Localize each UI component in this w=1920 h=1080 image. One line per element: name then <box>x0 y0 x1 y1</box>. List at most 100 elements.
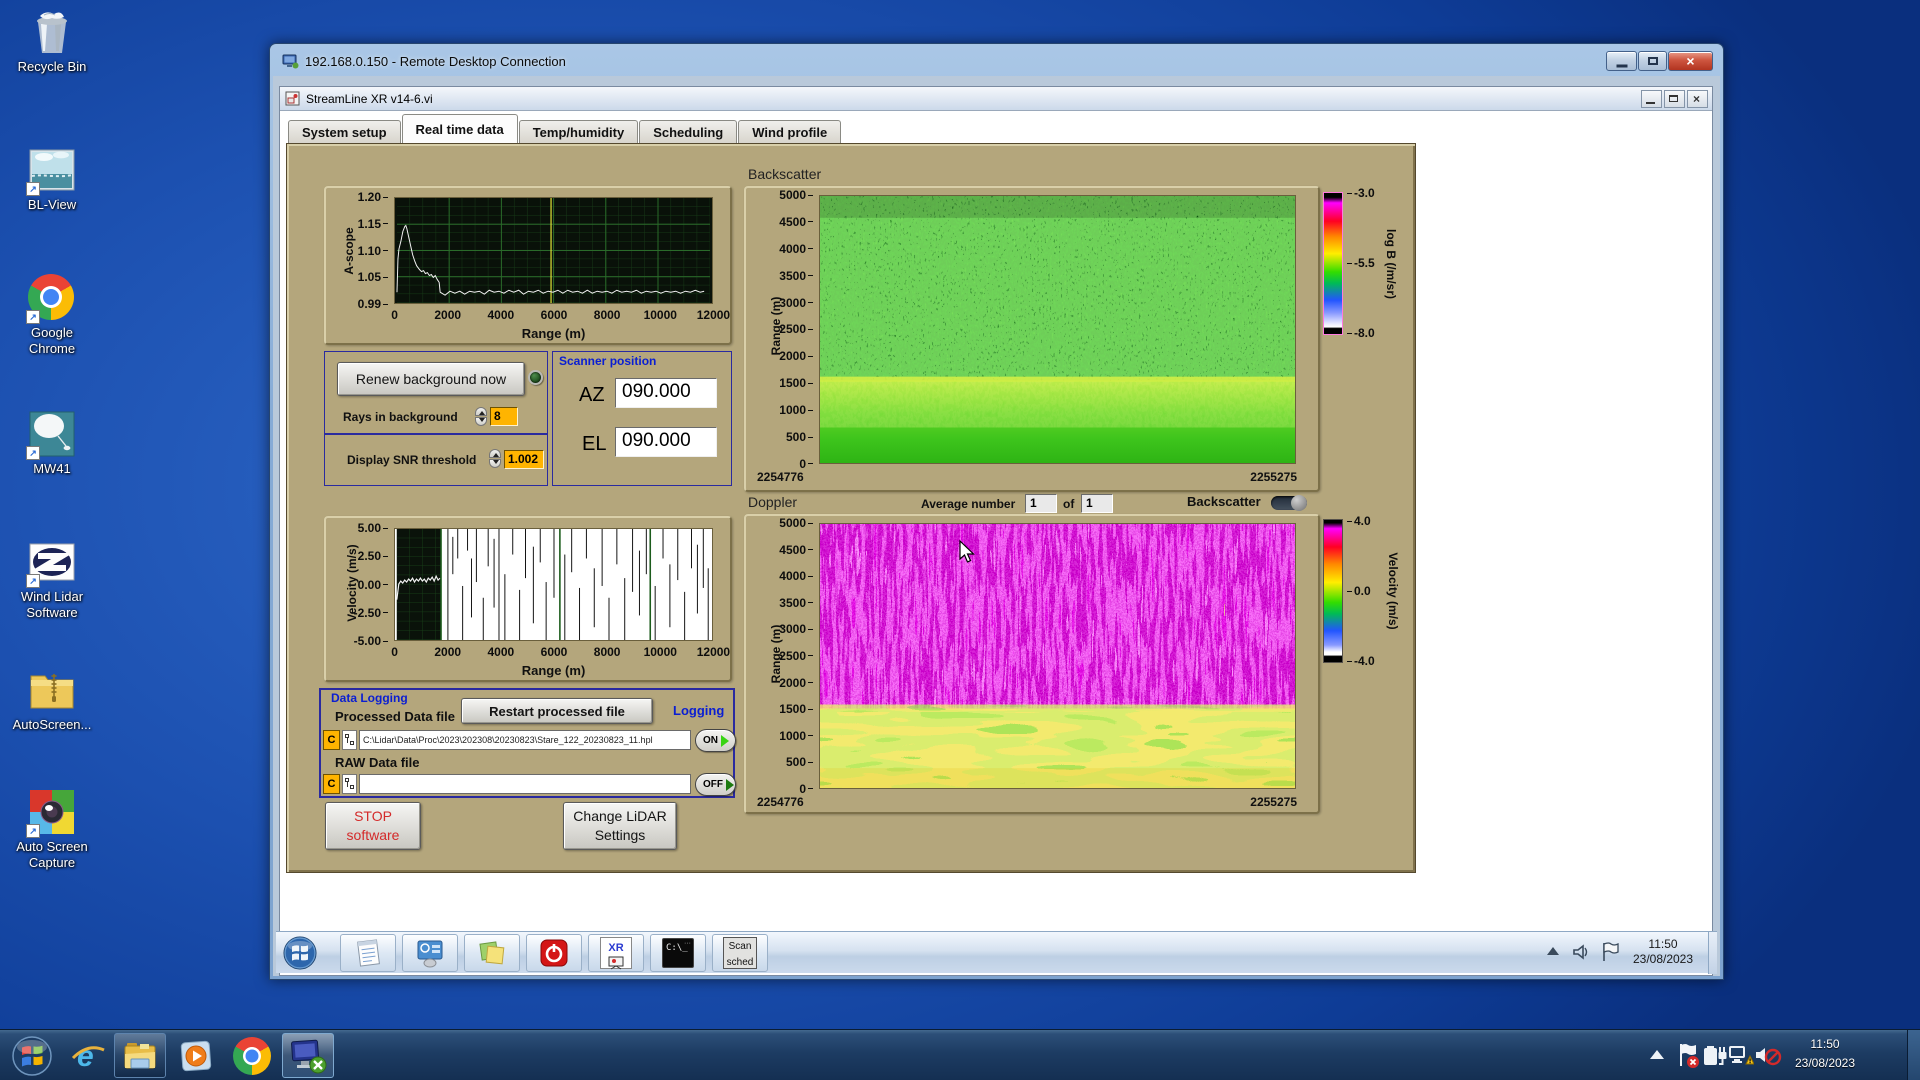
ascope-x-axis-label: Range (m) <box>521 326 586 341</box>
doppler-heatmap <box>819 523 1296 789</box>
processed-drive-box[interactable]: C <box>323 730 340 750</box>
processed-logging-on-button[interactable]: ON <box>695 729 736 752</box>
rays-value-field[interactable]: 8 <box>490 407 518 426</box>
desktop-icon-label: Google <box>31 325 73 340</box>
ascope-x-ticks: 0 2000 4000 6000 8000 10000 12000 <box>391 308 731 322</box>
tray-power-icon[interactable] <box>1702 1044 1728 1068</box>
desktop-icon-google-chrome[interactable]: ↗ Google Chrome <box>0 274 104 357</box>
tab-wind-profile[interactable]: Wind profile <box>738 120 842 143</box>
data-logging-group: Data Logging Processed Data file Restart… <box>319 688 736 798</box>
processed-path-field[interactable]: C:\Lidar\Data\Proc\2023\202308\20230823\… <box>359 730 691 750</box>
remote-taskbar-xr-vi[interactable]: XR <box>588 934 644 972</box>
rdp-close-button[interactable]: × <box>1668 51 1713 71</box>
taskbar-internet-explorer[interactable]: e <box>62 1033 114 1078</box>
renew-background-button[interactable]: Renew background now <box>337 362 525 396</box>
app-restore-button[interactable] <box>1664 90 1685 108</box>
desktop-icon-mw41[interactable]: ↗ MW41 <box>0 410 104 477</box>
backscatter-toggle[interactable] <box>1271 495 1307 511</box>
desktop-icon-wind-lidar[interactable]: ↗ Wind Lidar Software <box>0 538 104 621</box>
remote-taskbar-cmd[interactable]: C:\_ ··· <box>650 934 706 972</box>
show-desktop-button[interactable] <box>1907 1030 1920 1080</box>
toggle-knob[interactable] <box>1291 495 1307 511</box>
remote-start-button[interactable] <box>282 935 318 971</box>
chrome-icon <box>233 1036 271 1075</box>
doppler-colorbar <box>1323 519 1343 663</box>
rdp-minimize-button[interactable] <box>1606 51 1637 71</box>
snr-spinner[interactable] <box>489 449 501 468</box>
path-browse-icon[interactable] <box>342 730 357 750</box>
ascope-y-ticks: 1.20 1.15 1.10 1.05 0.99 <box>344 190 388 311</box>
raw-logging-off-button[interactable]: OFF <box>695 773 736 796</box>
recycle-bin-icon <box>28 8 76 56</box>
restart-processed-file-button[interactable]: Restart processed file <box>461 698 653 724</box>
desktop-icon-label: AutoScreen... <box>12 717 92 732</box>
renew-background-led <box>528 370 543 385</box>
media-player-icon <box>180 1040 212 1071</box>
start-button[interactable] <box>10 1034 54 1078</box>
desktop-icon-recycle-bin[interactable]: Recycle Bin <box>0 8 104 75</box>
desktop-icon-bl-view[interactable]: ↗ BL-View <box>0 146 104 213</box>
desktop-icon-auto-screen-capture[interactable]: ↗ Auto Screen Capture <box>0 788 104 871</box>
tray-show-hidden-icons[interactable] <box>1650 1050 1664 1059</box>
desktop-icon-autoscreen-zip[interactable]: AutoScreen... <box>0 666 104 733</box>
remote-show-desktop-button[interactable] <box>1708 932 1717 974</box>
app-titlebar[interactable]: StreamLine XR v14-6.vi <box>280 87 1712 111</box>
on-led-icon <box>721 734 729 747</box>
remote-action-center-flag-icon[interactable] <box>1599 941 1621 963</box>
remote-taskbar-stop-app[interactable] <box>526 934 582 972</box>
doppler-cbar-label: Velocity (m/s) <box>1386 552 1400 630</box>
remote-taskbar-notepad[interactable] <box>340 934 396 972</box>
snr-value-field[interactable]: 1.002 <box>504 450 544 469</box>
remote-taskbar-measurement-app[interactable] <box>402 934 458 972</box>
rdp-titlebar[interactable]: 192.168.0.150 - Remote Desktop Connectio… <box>282 50 566 72</box>
tab-temp-humidity[interactable]: Temp/humidity <box>518 120 639 143</box>
auto-screen-capture-icon: ↗ <box>26 788 76 838</box>
remote-taskbar-sticky-notes[interactable] <box>464 934 520 972</box>
az-value-field[interactable]: 090.000 <box>615 378 717 408</box>
remote-tray-show-hidden-icons[interactable] <box>1547 947 1559 955</box>
notepad-icon <box>357 939 380 967</box>
shortcut-arrow-icon: ↗ <box>26 574 40 588</box>
doppler-title: Doppler <box>748 494 798 510</box>
doppler-time-end: 2255275 <box>1250 795 1297 809</box>
average-count-field[interactable]: 1 <box>1081 494 1113 513</box>
sticky-notes-icon <box>479 941 505 965</box>
backscatter-time-start: 2254776 <box>757 470 804 484</box>
remote-taskbar-scan-sched[interactable]: Scan sched <box>712 934 768 972</box>
raw-path-field[interactable] <box>359 774 691 794</box>
backscatter-cbar-label: log B (/m/sr) <box>1384 228 1398 299</box>
tray-volume-muted-icon[interactable] <box>1754 1044 1782 1068</box>
stop-software-button[interactable]: STOP software <box>325 802 421 850</box>
raw-drive-box[interactable]: C <box>323 774 340 794</box>
change-lidar-settings-button[interactable]: Change LiDAR Settings <box>563 802 677 850</box>
taskbar-chrome[interactable] <box>226 1033 278 1078</box>
app-minimize-button[interactable] <box>1641 90 1662 108</box>
data-logging-title: Data Logging <box>331 691 408 705</box>
app-window-buttons: × <box>1641 90 1708 108</box>
remote-clock[interactable]: 11:50 23/08/2023 <box>1623 937 1703 967</box>
taskbar-media-player[interactable] <box>170 1033 222 1078</box>
tab-system-setup[interactable]: System setup <box>288 120 401 143</box>
tab-real-time-data[interactable]: Real time data <box>401 114 518 143</box>
remote-speaker-icon[interactable] <box>1571 942 1591 962</box>
el-value-field[interactable]: 090.000 <box>615 427 717 457</box>
path-browse-icon[interactable] <box>342 774 357 794</box>
tray-network-icon[interactable] <box>1728 1044 1754 1068</box>
backscatter-colorbar <box>1323 192 1343 335</box>
backscatter-cbar-max: -3.0 <box>1354 186 1375 200</box>
backscatter-cbar-mid: -5.5 <box>1354 256 1375 270</box>
desktop-icon-label: MW41 <box>33 461 71 476</box>
tray-clock[interactable]: 11:50 23/08/2023 <box>1782 1035 1868 1073</box>
average-number-field[interactable]: 1 <box>1025 494 1057 513</box>
power-stop-icon <box>540 939 568 967</box>
taskbar-windows-explorer[interactable] <box>114 1033 166 1078</box>
host-taskbar: e 11:50 23/08/2023 <box>0 1029 1920 1080</box>
taskbar-remote-desktop[interactable] <box>282 1033 334 1078</box>
rdp-maximize-button[interactable] <box>1638 51 1667 71</box>
shortcut-arrow-icon: ↗ <box>26 310 40 324</box>
app-close-button[interactable]: × <box>1687 90 1708 108</box>
tab-scheduling[interactable]: Scheduling <box>639 120 738 143</box>
tray-action-center-icon[interactable] <box>1676 1042 1700 1070</box>
velocity-x-ticks: 0 2000 4000 6000 8000 10000 12000 <box>391 645 731 659</box>
rays-spinner[interactable] <box>475 407 487 426</box>
